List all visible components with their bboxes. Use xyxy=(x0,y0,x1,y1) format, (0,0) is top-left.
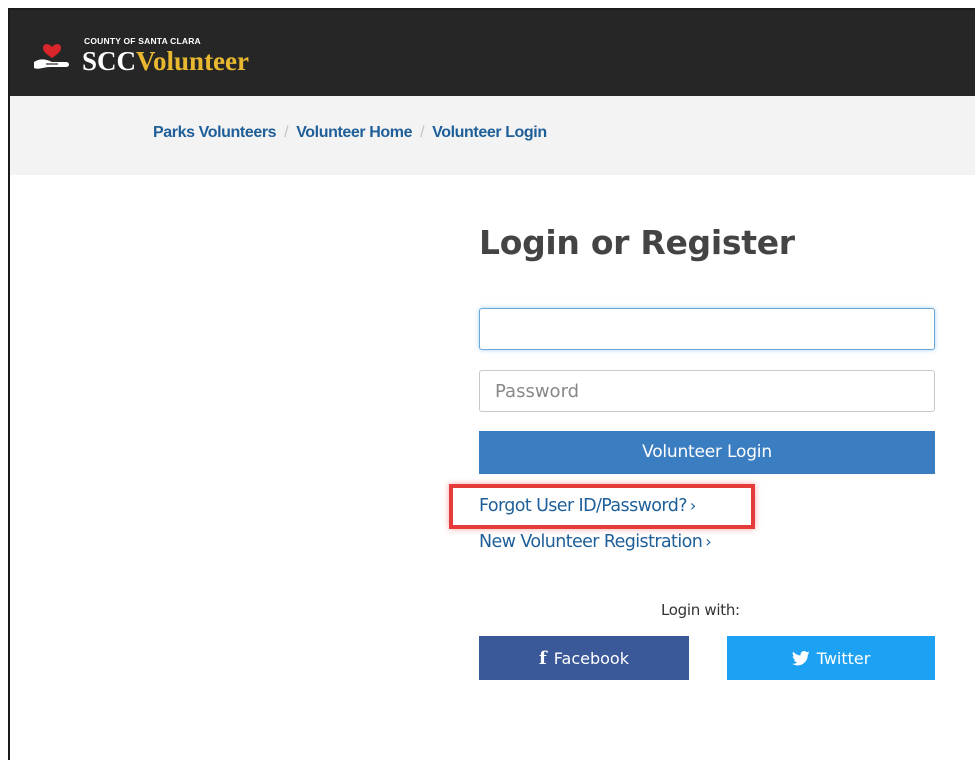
login-with-label: Login with: xyxy=(661,601,740,619)
scc-volunteer-logo[interactable]: COUNTY OF SANTA CLARA SCCVolunteer xyxy=(32,32,292,82)
forgot-user-id-password-link[interactable]: Forgot User ID/Password? › xyxy=(479,496,696,516)
breadcrumb-parks-volunteers[interactable]: Parks Volunteers xyxy=(153,124,277,142)
new-volunteer-registration-link[interactable]: New Volunteer Registration › xyxy=(479,532,712,552)
county-label: COUNTY OF SANTA CLARA xyxy=(84,36,201,46)
brand-name: SCCVolunteer xyxy=(82,46,249,77)
user-id-input[interactable] xyxy=(479,308,935,350)
twitter-login-button[interactable]: Twitter xyxy=(727,636,935,680)
app-frame: COUNTY OF SANTA CLARA SCCVolunteer Parks… xyxy=(8,8,975,760)
breadcrumb-bar: Parks Volunteers / Volunteer Home / Volu… xyxy=(10,96,975,175)
brand-prefix: SCC xyxy=(82,46,137,76)
breadcrumb: Parks Volunteers / Volunteer Home / Volu… xyxy=(153,124,547,142)
brand-suffix: Volunteer xyxy=(136,46,250,76)
volunteer-login-button[interactable]: Volunteer Login xyxy=(479,431,935,474)
breadcrumb-separator: / xyxy=(420,124,425,141)
chevron-right-icon: › xyxy=(705,532,711,551)
facebook-label: Facebook xyxy=(553,648,629,668)
page-title: Login or Register xyxy=(479,223,795,262)
facebook-icon: f xyxy=(539,647,547,669)
twitter-icon xyxy=(791,650,810,666)
chevron-right-icon: › xyxy=(689,496,696,515)
password-input[interactable] xyxy=(479,370,935,412)
breadcrumb-volunteer-home[interactable]: Volunteer Home xyxy=(296,124,412,142)
breadcrumb-separator: / xyxy=(284,124,289,141)
forgot-link-label: Forgot User ID/Password? xyxy=(479,496,687,516)
register-link-label: New Volunteer Registration xyxy=(479,532,703,552)
facebook-login-button[interactable]: f Facebook xyxy=(479,636,689,680)
breadcrumb-volunteer-login[interactable]: Volunteer Login xyxy=(432,124,547,142)
heart-hand-logo-icon xyxy=(34,44,69,69)
twitter-label: Twitter xyxy=(816,648,871,668)
top-nav-bar: COUNTY OF SANTA CLARA SCCVolunteer xyxy=(10,10,975,96)
